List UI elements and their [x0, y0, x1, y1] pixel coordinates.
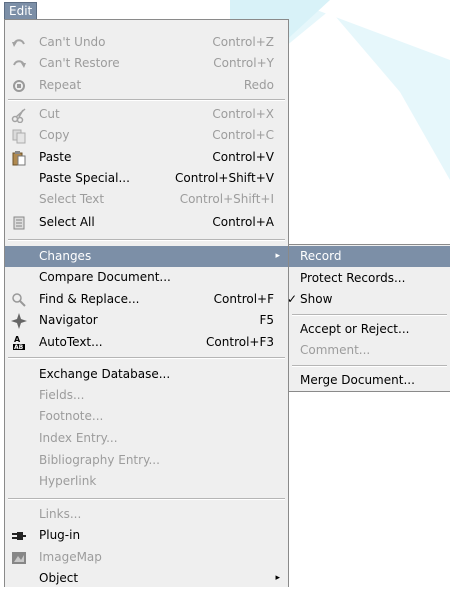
menu-item-shortcut: F5: [259, 313, 274, 327]
autotext-icon: A AB: [11, 335, 27, 351]
menu-item-label: ImageMap: [39, 550, 102, 564]
menu-item-label: Cut: [39, 107, 60, 121]
checkmark-icon: ✓: [287, 292, 298, 306]
menu-item-shortcut: Control+F3: [206, 335, 274, 349]
menu-item-label: Accept or Reject...: [300, 322, 410, 336]
menu-item-label: Paste: [39, 150, 72, 164]
submenu-arrow-icon: ▸: [275, 251, 280, 261]
menu-item-select-all[interactable]: Select All Control+A: [5, 212, 288, 233]
menu-item-imagemap[interactable]: ImageMap: [5, 547, 288, 568]
menu-item-copy[interactable]: Copy Control+C: [5, 125, 288, 146]
menu-separator: [292, 365, 447, 367]
menu-item-label: Record: [300, 249, 342, 263]
menu-item-index-entry[interactable]: Index Entry...: [5, 428, 288, 449]
menu-item-label: Paste Special...: [39, 171, 130, 185]
submenu-item-show[interactable]: ✓ Show: [287, 289, 450, 310]
menu-item-restore[interactable]: Can't Restore Control+Y: [5, 53, 288, 74]
svg-text:AB: AB: [14, 344, 24, 351]
select-all-icon: [11, 215, 27, 231]
menu-item-label: Index Entry...: [39, 431, 118, 445]
scissors-icon: [11, 107, 27, 123]
menu-item-label: Copy: [39, 128, 70, 142]
repeat-icon: [11, 78, 27, 94]
menu-item-shortcut: Control+Y: [213, 56, 274, 70]
menu-item-paste[interactable]: Paste Control+V: [5, 147, 288, 168]
plugin-icon: [11, 528, 27, 544]
submenu-item-accept-reject[interactable]: Accept or Reject...: [289, 319, 450, 340]
menu-item-exchange-database[interactable]: Exchange Database...: [5, 364, 288, 385]
menu-item-label: Changes: [39, 249, 92, 263]
paste-icon: [11, 150, 27, 166]
menu-item-label: Can't Restore: [39, 56, 120, 70]
menu-item-shortcut: Control+V: [212, 150, 274, 164]
menu-item-label: Exchange Database...: [39, 367, 171, 381]
menu-item-paste-special[interactable]: Paste Special... Control+Shift+V: [5, 168, 288, 189]
menu-item-shortcut: Control+Z: [212, 35, 274, 49]
menu-item-label: Select All: [39, 215, 95, 229]
menu-item-label: Comment...: [300, 343, 371, 357]
menu-item-undo[interactable]: Can't Undo Control+Z: [5, 32, 288, 53]
menu-item-label: AutoText...: [39, 335, 103, 349]
menu-item-label: Show: [300, 292, 333, 306]
menu-item-changes[interactable]: Changes ▸: [5, 246, 288, 267]
menu-item-repeat[interactable]: Repeat Redo: [5, 75, 288, 96]
menu-item-label: Can't Undo: [39, 35, 106, 49]
menu-item-footnote[interactable]: Footnote...: [5, 406, 288, 427]
menu-separator: [8, 99, 285, 101]
menu-item-shortcut: Control+Shift+I: [179, 192, 274, 206]
find-replace-icon: [11, 292, 27, 308]
changes-submenu: Record Protect Records... ✓ Show Accept …: [287, 244, 450, 392]
menu-item-bibliography-entry[interactable]: Bibliography Entry...: [5, 450, 288, 471]
menu-item-plugin[interactable]: Plug-in: [5, 525, 288, 546]
menu-item-label: Object: [39, 571, 79, 585]
menu-item-shortcut: Control+C: [212, 128, 274, 142]
menu-separator: [8, 239, 285, 241]
menu-item-label: Protect Records...: [300, 271, 406, 285]
menu-item-shortcut: Control+Shift+V: [175, 171, 274, 185]
menu-item-navigator[interactable]: Navigator F5: [5, 310, 288, 331]
menu-separator: [8, 357, 285, 359]
submenu-arrow-icon: ▸: [275, 573, 280, 583]
navigator-icon: [11, 313, 27, 329]
menu-item-links[interactable]: Links...: [5, 504, 288, 525]
menu-item-label: Bibliography Entry...: [39, 453, 160, 467]
menu-item-shortcut: Redo: [243, 78, 274, 92]
edit-menu: Can't Undo Control+Z Can't Restore Contr…: [4, 19, 289, 587]
menu-item-label: Links...: [39, 507, 82, 521]
menu-item-label: Plug-in: [39, 528, 81, 542]
menu-item-fields[interactable]: Fields...: [5, 385, 288, 406]
menu-item-label: Fields...: [39, 388, 85, 402]
menu-item-object[interactable]: Object ▸: [5, 568, 288, 589]
svg-text:A: A: [14, 335, 21, 344]
menu-item-label: Navigator: [39, 313, 98, 327]
menu-item-label: Repeat: [39, 78, 82, 92]
menu-item-label: Footnote...: [39, 409, 104, 423]
menu-separator: [292, 314, 447, 316]
menu-item-label: Hyperlink: [39, 474, 97, 488]
submenu-item-comment[interactable]: Comment...: [289, 340, 450, 361]
menu-item-label: Merge Document...: [300, 373, 415, 387]
menu-item-find-replace[interactable]: Find & Replace... Control+F: [5, 289, 288, 310]
submenu-item-merge-document[interactable]: Merge Document...: [289, 370, 450, 391]
menu-item-shortcut: Control+A: [212, 215, 274, 229]
menu-item-label: Select Text: [39, 192, 105, 206]
menu-item-shortcut: Control+X: [212, 107, 274, 121]
undo-icon: [11, 35, 27, 51]
copy-icon: [11, 128, 27, 144]
menu-item-autotext[interactable]: A AB AutoText... Control+F3: [5, 332, 288, 353]
menu-item-hyperlink[interactable]: Hyperlink: [5, 471, 288, 492]
menu-bar: Edit: [0, 0, 450, 19]
submenu-item-protect-records[interactable]: Protect Records...: [289, 268, 450, 289]
redo-icon: [11, 56, 27, 72]
submenu-item-record[interactable]: Record: [289, 246, 450, 267]
menu-separator: [8, 498, 285, 500]
menu-item-select-text[interactable]: Select Text Control+Shift+I: [5, 189, 288, 210]
menu-item-label: Compare Document...: [39, 270, 171, 284]
menu-edit[interactable]: Edit: [4, 2, 38, 19]
imagemap-icon: [11, 550, 27, 566]
menu-item-shortcut: Control+F: [213, 292, 274, 306]
menu-item-label: Find & Replace...: [39, 292, 140, 306]
menu-item-cut[interactable]: Cut Control+X: [5, 104, 288, 125]
menu-item-compare-document[interactable]: Compare Document...: [5, 267, 288, 288]
